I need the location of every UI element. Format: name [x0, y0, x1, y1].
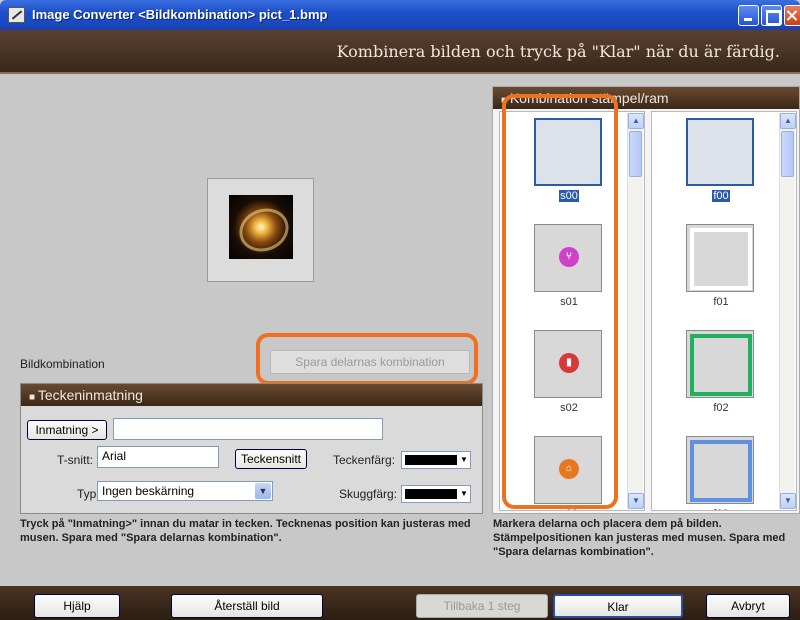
- save-combination-button[interactable]: Spara delarnas kombination: [270, 350, 470, 374]
- scroll-thumb[interactable]: [629, 131, 642, 177]
- stamp-scrollbar[interactable]: ▲ ▼: [627, 113, 644, 509]
- stamp-label: s00: [559, 190, 579, 202]
- back-one-step-button[interactable]: Tillbaka 1 steg: [416, 594, 548, 618]
- window-title: Image Converter <Bildkombination> pict_1…: [32, 7, 328, 22]
- preview-image: [229, 195, 293, 259]
- home-icon: ⌂: [559, 459, 579, 479]
- reset-image-button[interactable]: Återställ bild: [171, 594, 323, 618]
- fork-knife-icon: ⑂: [559, 247, 579, 267]
- scroll-thumb[interactable]: [781, 131, 794, 177]
- frame-scrollbar[interactable]: ▲ ▼: [779, 113, 796, 509]
- frame-label: f00: [712, 190, 730, 202]
- text-input-header: Teckeninmatning: [21, 384, 482, 406]
- chevron-down-icon: ▼: [255, 483, 271, 499]
- stamp-label: s03: [534, 508, 604, 510]
- done-button[interactable]: Klar: [553, 594, 683, 618]
- type-select[interactable]: Ingen beskärning ▼: [97, 481, 273, 501]
- font-field[interactable]: Arial: [97, 446, 219, 468]
- white-frame: [690, 228, 752, 290]
- frame-label: f01: [713, 296, 729, 308]
- title-bar[interactable]: Image Converter <Bildkombination> pict_1…: [0, 0, 800, 30]
- stamp-item-s02[interactable]: ▮ s02: [534, 330, 604, 414]
- frame-thumb: [686, 436, 754, 504]
- text-input-field[interactable]: [113, 418, 383, 440]
- shadow-color-select[interactable]: ▼: [401, 485, 471, 503]
- frame-thumb: [686, 118, 754, 186]
- stamp-frame-panel: Kombination stämpel/ram s00 ⑂ s01 ▮ s02: [492, 86, 800, 514]
- chevron-down-icon: ▼: [460, 489, 468, 498]
- combination-label: Bildkombination: [20, 357, 105, 371]
- stamp-list[interactable]: s00 ⑂ s01 ▮ s02 ⌂ s03 ▲: [499, 111, 645, 511]
- stamp-item-s03[interactable]: ⌂ s03: [534, 436, 604, 510]
- text-color-label: Teckenfärg:: [333, 453, 396, 467]
- gas-pump-icon: ▮: [559, 353, 579, 373]
- text-color-swatch: [405, 455, 457, 465]
- frame-item-f03[interactable]: f03: [686, 436, 756, 510]
- font-button[interactable]: Teckensnitt: [235, 449, 307, 469]
- green-frame: [690, 334, 752, 396]
- scroll-up-icon[interactable]: ▲: [628, 113, 644, 129]
- type-select-value: Ingen beskärning: [102, 484, 195, 498]
- frame-item-f01[interactable]: f01: [686, 224, 756, 308]
- text-color-select[interactable]: ▼: [401, 451, 471, 469]
- frame-label: f03: [686, 508, 756, 510]
- maximize-button[interactable]: [761, 5, 782, 26]
- stamp-label: s02: [560, 402, 578, 414]
- stamp-thumb: [534, 118, 602, 186]
- image-converter-window: Image Converter <Bildkombination> pict_1…: [0, 0, 800, 620]
- frame-thumb: [686, 224, 754, 292]
- help-text-left: Tryck på "Inmatning>" innan du matar in …: [20, 518, 471, 544]
- cancel-button[interactable]: Avbryt: [706, 594, 790, 618]
- stamp-item-s01[interactable]: ⑂ s01: [534, 224, 604, 308]
- scroll-up-icon[interactable]: ▲: [780, 113, 796, 129]
- frame-item-f02[interactable]: f02: [686, 330, 756, 414]
- chevron-down-icon: ▼: [460, 455, 468, 464]
- blue-frame: [690, 440, 752, 502]
- app-icon: [8, 7, 25, 23]
- shadow-color-swatch: [405, 489, 457, 499]
- shadow-color-label: Skuggfärg:: [339, 487, 398, 501]
- scroll-down-icon[interactable]: ▼: [628, 493, 644, 509]
- stamp-frame-header: Kombination stämpel/ram: [493, 87, 799, 109]
- help-button[interactable]: Hjälp: [34, 594, 120, 618]
- frame-label: f02: [713, 402, 729, 414]
- stamp-thumb: ⌂: [534, 436, 602, 504]
- stamp-label: s01: [560, 296, 578, 308]
- stamp-item-s00[interactable]: s00: [534, 118, 604, 202]
- font-label: T-snitt:: [57, 453, 94, 467]
- stamp-thumb: ⑂: [534, 224, 602, 292]
- frame-thumb: [686, 330, 754, 398]
- text-input-panel: Teckeninmatning Inmatning > T-snitt: Ari…: [20, 383, 483, 514]
- stamp-thumb: ▮: [534, 330, 602, 398]
- frame-list[interactable]: f00 f01 f02 f03 ▲: [651, 111, 797, 511]
- input-button[interactable]: Inmatning >: [27, 420, 107, 440]
- close-button[interactable]: [784, 5, 800, 26]
- image-preview[interactable]: [207, 178, 314, 282]
- scroll-down-icon[interactable]: ▼: [780, 493, 796, 509]
- instruction-banner: Kombinera bilden och tryck på "Klar" när…: [0, 30, 800, 74]
- minimize-button[interactable]: [738, 5, 759, 26]
- footer-bar: Hjälp Återställ bild Tillbaka 1 steg Kla…: [0, 586, 800, 620]
- help-text-right: Markera delarna och placera dem på bilde…: [493, 518, 786, 558]
- banner-instruction: Kombinera bilden och tryck på "Klar" när…: [336, 42, 780, 61]
- frame-item-f00[interactable]: f00: [686, 118, 756, 202]
